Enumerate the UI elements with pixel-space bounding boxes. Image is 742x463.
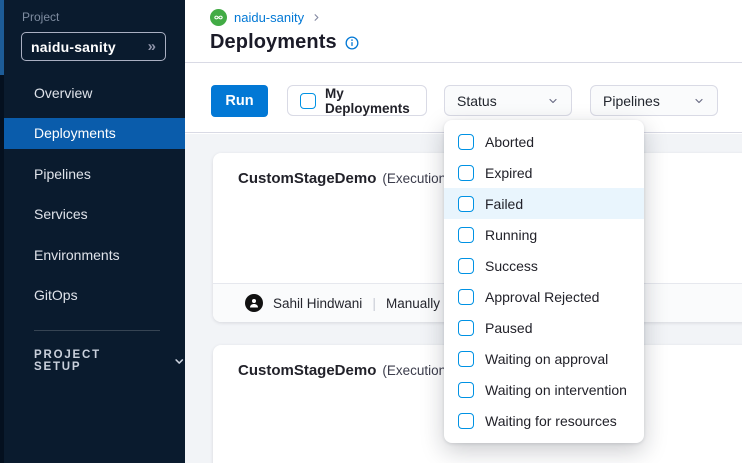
triggered-by-user: Sahil Hindwani	[273, 296, 362, 311]
sidebar-item-overview[interactable]: Overview	[0, 77, 185, 108]
checkbox[interactable]	[458, 134, 474, 150]
checkbox[interactable]	[458, 196, 474, 212]
breadcrumb-project-link[interactable]: naidu-sanity	[234, 10, 304, 25]
chevron-right-icon	[311, 12, 322, 23]
my-deployments-label: My Deployments	[325, 86, 426, 116]
app-window: Project naidu-sanity » Overview Deployme…	[0, 0, 742, 463]
checkbox[interactable]	[458, 289, 474, 305]
status-option-running[interactable]: Running	[444, 219, 644, 250]
status-option-expired[interactable]: Expired	[444, 157, 644, 188]
checkbox[interactable]	[458, 320, 474, 336]
project-sidebar: Project naidu-sanity » Overview Deployme…	[0, 0, 185, 463]
checkbox[interactable]	[458, 413, 474, 429]
status-option-failed[interactable]: Failed	[444, 188, 644, 219]
chevron-down-icon	[173, 355, 185, 368]
pipelines-dropdown-label: Pipelines	[603, 93, 660, 109]
sidebar-item-environments[interactable]: Environments	[0, 239, 185, 270]
my-deployments-checkbox[interactable]	[300, 93, 316, 109]
checkbox[interactable]	[458, 351, 474, 367]
checkbox[interactable]	[458, 382, 474, 398]
project-expand-icon[interactable]: »	[148, 38, 156, 55]
user-avatar-icon	[245, 294, 263, 312]
sidebar-item-services[interactable]: Services	[0, 199, 185, 230]
status-dropdown-label: Status	[457, 93, 497, 109]
status-option-success[interactable]: Success	[444, 250, 644, 281]
pipelines-dropdown[interactable]: Pipelines	[590, 85, 718, 116]
sidebar-divider	[34, 330, 160, 331]
title-row: Deployments	[210, 31, 359, 54]
status-option-aborted[interactable]: Aborted	[444, 126, 644, 157]
my-deployments-filter[interactable]: My Deployments	[287, 85, 427, 116]
sidebar-item-gitops[interactable]: GitOps	[0, 280, 185, 311]
checkbox[interactable]	[458, 258, 474, 274]
status-option-waiting-for-resources[interactable]: Waiting for resources	[444, 406, 644, 437]
run-button[interactable]: Run	[211, 85, 268, 117]
checkbox[interactable]	[458, 165, 474, 181]
module-rail-highlight	[0, 0, 4, 75]
pipeline-name[interactable]: CustomStageDemo	[238, 362, 376, 379]
main-panel: naidu-sanity Deployments Run My Deployme…	[185, 0, 742, 463]
status-option-paused[interactable]: Paused	[444, 313, 644, 344]
status-dropdown[interactable]: Status	[444, 85, 572, 116]
project-setup-label: PROJECT SETUP	[34, 349, 149, 373]
status-option-waiting-on-intervention[interactable]: Waiting on intervention	[444, 375, 644, 406]
chevron-down-icon	[693, 95, 705, 107]
status-option-approval-rejected[interactable]: Approval Rejected	[444, 281, 644, 312]
breadcrumb: naidu-sanity	[210, 9, 322, 26]
cd-module-icon	[210, 9, 227, 26]
sidebar-item-deployments[interactable]: Deployments	[0, 118, 185, 149]
project-label: Project	[22, 10, 59, 24]
project-setup-toggle[interactable]: PROJECT SETUP	[34, 349, 185, 373]
sidebar-item-pipelines[interactable]: Pipelines	[0, 158, 185, 189]
info-icon[interactable]	[345, 36, 359, 50]
execution-title: CustomStageDemo (Execution Id	[238, 362, 461, 379]
chevron-down-icon	[547, 95, 559, 107]
execution-title: CustomStageDemo (Execution Id	[238, 170, 461, 187]
page-header: naidu-sanity Deployments	[185, 0, 742, 63]
sidebar-nav: Overview Deployments Pipelines Services …	[0, 77, 185, 321]
project-selector[interactable]: naidu-sanity »	[21, 32, 166, 61]
status-option-waiting-on-approval[interactable]: Waiting on approval	[444, 344, 644, 375]
checkbox[interactable]	[458, 227, 474, 243]
page-title: Deployments	[210, 31, 337, 54]
status-filter-menu: Aborted Expired Failed Running Success A…	[444, 120, 644, 443]
module-rail	[0, 0, 4, 463]
trigger-type: Manually	[386, 296, 440, 311]
footer-divider: |	[372, 295, 376, 311]
pipeline-name[interactable]: CustomStageDemo	[238, 170, 376, 187]
project-name: naidu-sanity	[31, 39, 116, 55]
